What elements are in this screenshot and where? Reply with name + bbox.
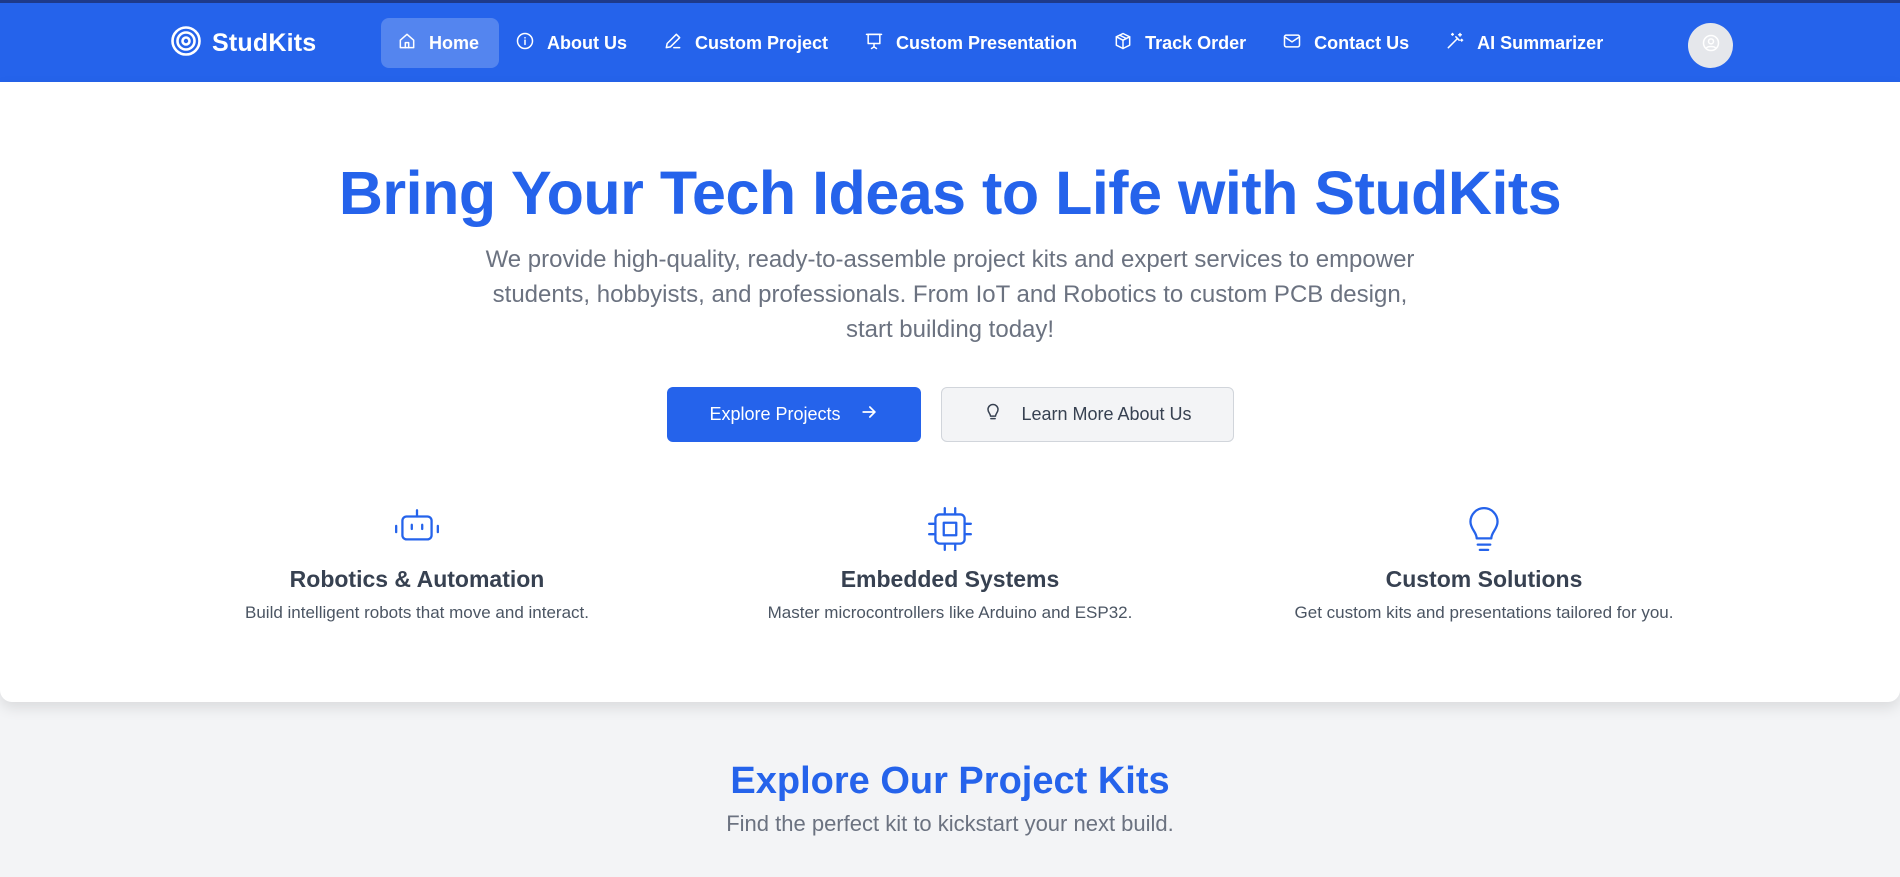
feature-description: Build intelligent robots that move and i…	[245, 603, 589, 622]
lightbulb-icon	[1254, 502, 1714, 556]
nav-item-home[interactable]: Home	[381, 18, 500, 68]
nav-item-label: About Us	[547, 32, 628, 53]
feature-embedded: Embedded Systems Master microcontrollers…	[720, 502, 1180, 623]
feature-custom-solutions: Custom Solutions Get custom kits and pre…	[1254, 502, 1714, 623]
nav-item-custom-project[interactable]: Custom Project	[647, 18, 848, 68]
hero-section: Bring Your Tech Ideas to Life with StudK…	[0, 82, 1900, 702]
user-avatar-button[interactable]	[1688, 23, 1733, 68]
nav-item-label: AI Summarizer	[1477, 32, 1604, 53]
user-circle-icon	[1701, 33, 1721, 58]
target-icon	[170, 25, 202, 62]
nav-item-about-us[interactable]: About Us	[499, 18, 647, 68]
nav-item-custom-presentation[interactable]: Custom Presentation	[848, 18, 1097, 68]
top-navbar: StudKits Home About Us Custom Project Cu…	[0, 0, 1900, 82]
button-label: Learn More About Us	[1021, 404, 1192, 424]
nav-item-label: Custom Presentation	[896, 32, 1078, 53]
feature-title: Custom Solutions	[1385, 566, 1583, 592]
lightbulb-icon	[983, 402, 1003, 427]
chip-icon	[720, 502, 1180, 556]
info-icon	[515, 31, 535, 56]
projects-section-subtitle: Find the perfect kit to kickstart your n…	[726, 811, 1174, 836]
hero-title: Bring Your Tech Ideas to Life with StudK…	[338, 159, 1562, 227]
feature-title: Robotics & Automation	[289, 566, 545, 592]
learn-more-button[interactable]: Learn More About Us	[941, 387, 1234, 442]
home-icon	[397, 31, 417, 56]
mail-icon	[1282, 31, 1302, 56]
pencil-icon	[663, 31, 683, 56]
nav-item-label: Home	[429, 32, 480, 53]
magic-wand-icon	[1445, 31, 1465, 56]
feature-title: Embedded Systems	[840, 566, 1060, 592]
nav-item-label: Custom Project	[695, 32, 829, 53]
hero-subtitle: We provide high-quality, ready-to-assemb…	[485, 246, 1415, 343]
explore-projects-button[interactable]: Explore Projects	[667, 387, 921, 442]
package-icon	[1113, 31, 1133, 56]
brand-name: StudKits	[212, 28, 317, 57]
nav-item-track-order[interactable]: Track Order	[1097, 18, 1266, 68]
feature-description: Master microcontrollers like Arduino and…	[767, 603, 1133, 622]
button-label: Explore Projects	[709, 404, 841, 424]
nav-item-label: Track Order	[1145, 32, 1247, 53]
brand-logo[interactable]: StudKits	[170, 23, 316, 63]
robot-icon	[187, 502, 647, 556]
nav-item-ai-summarizer[interactable]: AI Summarizer	[1429, 18, 1623, 68]
nav-item-label: Contact Us	[1314, 32, 1410, 53]
nav-item-contact-us[interactable]: Contact Us	[1266, 18, 1429, 68]
feature-robotics: Robotics & Automation Build intelligent …	[187, 502, 647, 623]
arrow-right-icon	[859, 402, 879, 427]
feature-description: Get custom kits and presentations tailor…	[1294, 603, 1674, 622]
main-nav: Home About Us Custom Project Custom Pres…	[381, 17, 1623, 69]
presentation-icon	[864, 31, 884, 56]
projects-section-title: Explore Our Project Kits	[730, 760, 1170, 802]
